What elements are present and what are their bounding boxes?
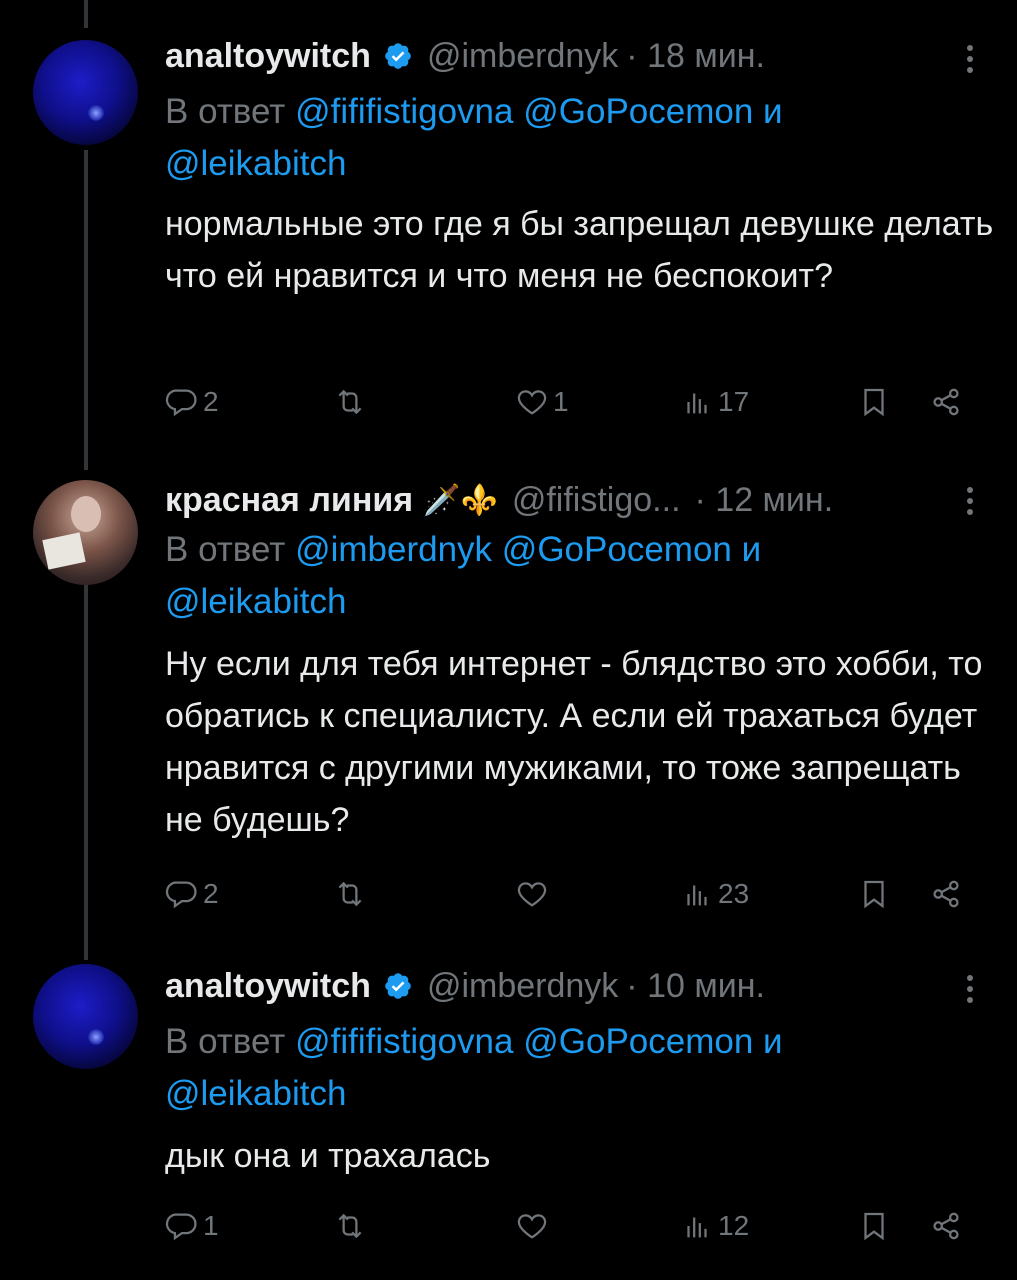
retweet-button[interactable] bbox=[333, 1206, 367, 1246]
like-button[interactable]: 1 bbox=[515, 382, 569, 422]
views-icon bbox=[687, 393, 707, 414]
mention-conj: и bbox=[741, 530, 762, 569]
reply-count: 2 bbox=[203, 878, 219, 909]
like-button[interactable] bbox=[515, 874, 549, 914]
reply-count: 1 bbox=[203, 1210, 219, 1241]
mention-link[interactable]: @GoPocemon bbox=[502, 530, 732, 569]
reply-prefix: В ответ bbox=[165, 1022, 286, 1061]
avatar-sparkle bbox=[88, 105, 104, 121]
mention-conj: и bbox=[763, 1022, 783, 1061]
retweet-icon bbox=[338, 881, 362, 907]
tweet-1[interactable]: analtoywitch @imberdnyk · 18 мин. В отве… bbox=[0, 0, 1017, 440]
verified-badge-icon bbox=[385, 973, 411, 999]
reply-to-line: В ответ @fififistigovna @GoPocemon и @le… bbox=[165, 86, 965, 190]
share-icon bbox=[933, 388, 959, 416]
reply-icon bbox=[165, 881, 197, 909]
reply-icon bbox=[165, 1213, 197, 1241]
retweet-button[interactable] bbox=[333, 382, 367, 422]
timestamp[interactable]: · 12 мин. bbox=[695, 481, 834, 520]
bookmark-button[interactable] bbox=[857, 382, 891, 422]
tweet-header: analtoywitch @imberdnyk · 18 мин. bbox=[165, 34, 765, 78]
like-count: 1 bbox=[553, 386, 569, 417]
mention-link[interactable]: @leikabitch bbox=[165, 144, 346, 183]
views-icon bbox=[687, 1217, 707, 1238]
reply-to-line: В ответ @imberdnyk @GoPocemon и @leikabi… bbox=[165, 524, 965, 628]
avatar-book bbox=[42, 532, 86, 570]
avatar-sparkle bbox=[88, 1029, 104, 1045]
action-bar: 1 12 bbox=[165, 1206, 975, 1246]
timestamp[interactable]: · 10 мин. bbox=[626, 967, 765, 1006]
retweet-button[interactable] bbox=[333, 874, 367, 914]
views-button[interactable]: 12 bbox=[680, 1206, 749, 1246]
heart-icon bbox=[517, 390, 547, 415]
retweet-icon bbox=[338, 389, 362, 415]
action-bar: 2 23 bbox=[165, 874, 975, 914]
views-count: 17 bbox=[718, 386, 750, 417]
reply-icon bbox=[165, 389, 197, 417]
more-options-icon[interactable] bbox=[967, 482, 973, 520]
reply-button[interactable]: 2 bbox=[165, 382, 219, 422]
reply-count: 2 bbox=[203, 386, 219, 417]
share-button[interactable] bbox=[929, 1206, 963, 1246]
share-button[interactable] bbox=[929, 382, 963, 422]
action-bar: 2 1 17 bbox=[165, 382, 975, 422]
handle[interactable]: @imberdnyk bbox=[427, 37, 618, 76]
mention-conj: и bbox=[763, 92, 783, 131]
tweet-text: дык она и трахалась bbox=[165, 1137, 491, 1175]
mention-link[interactable]: @GoPocemon bbox=[523, 1022, 753, 1061]
heart-icon bbox=[517, 882, 547, 907]
reply-button[interactable]: 1 bbox=[165, 1206, 219, 1246]
mention-link[interactable]: @fififistigovna bbox=[295, 92, 513, 131]
verified-badge-icon bbox=[385, 43, 411, 69]
avatar[interactable] bbox=[33, 480, 138, 585]
tweet-text: нормальные это где я бы запрещал девушке… bbox=[165, 205, 994, 295]
heart-icon bbox=[517, 1214, 547, 1239]
share-icon bbox=[933, 1212, 959, 1240]
share-button[interactable] bbox=[929, 874, 963, 914]
views-button[interactable]: 23 bbox=[680, 874, 749, 914]
tweet-header: красная линия 🗡️⚜️ @fifistigo... · 12 ми… bbox=[165, 478, 833, 522]
views-count: 12 bbox=[718, 1210, 750, 1241]
mention-link[interactable]: @imberdnyk bbox=[295, 530, 492, 569]
reply-prefix: В ответ bbox=[165, 530, 286, 569]
mention-link[interactable]: @leikabitch bbox=[165, 1074, 346, 1113]
mention-link[interactable]: @leikabitch bbox=[165, 582, 346, 621]
views-button[interactable]: 17 bbox=[680, 382, 749, 422]
views-count: 23 bbox=[718, 878, 750, 909]
avatar[interactable] bbox=[33, 964, 138, 1069]
display-name[interactable]: analtoywitch bbox=[165, 37, 371, 76]
more-options-icon[interactable] bbox=[967, 40, 973, 78]
mention-link[interactable]: @fififistigovna bbox=[295, 1022, 513, 1061]
timestamp[interactable]: · 18 мин. bbox=[626, 37, 765, 76]
bookmark-button[interactable] bbox=[857, 1206, 891, 1246]
more-options-icon[interactable] bbox=[967, 970, 973, 1008]
retweet-icon bbox=[338, 1213, 362, 1239]
like-button[interactable] bbox=[515, 1206, 549, 1246]
bookmark-icon bbox=[864, 388, 884, 417]
bookmark-icon bbox=[864, 1212, 884, 1241]
tweet-text: Ну если для тебя интернет - блядство это… bbox=[165, 645, 983, 839]
handle[interactable]: @imberdnyk bbox=[427, 967, 618, 1006]
bookmark-icon bbox=[864, 880, 884, 909]
display-name[interactable]: analtoywitch bbox=[165, 967, 371, 1006]
reply-button[interactable]: 2 bbox=[165, 874, 219, 914]
display-name[interactable]: красная линия bbox=[165, 481, 413, 520]
name-emoji: 🗡️⚜️ bbox=[423, 483, 498, 517]
bookmark-button[interactable] bbox=[857, 874, 891, 914]
mention-link[interactable]: @GoPocemon bbox=[523, 92, 753, 131]
views-icon bbox=[687, 885, 707, 906]
handle[interactable]: @fifistigo... bbox=[512, 481, 681, 520]
tweet-3[interactable]: analtoywitch @imberdnyk · 10 мин. В отве… bbox=[0, 960, 1017, 1280]
reply-to-line: В ответ @fififistigovna @GoPocemon и @le… bbox=[165, 1016, 965, 1120]
tweet-2[interactable]: красная линия 🗡️⚜️ @fifistigo... · 12 ми… bbox=[0, 470, 1017, 940]
reply-prefix: В ответ bbox=[165, 92, 286, 131]
avatar[interactable] bbox=[33, 40, 138, 145]
tweet-header: analtoywitch @imberdnyk · 10 мин. bbox=[165, 964, 765, 1008]
share-icon bbox=[933, 880, 959, 908]
avatar-face bbox=[71, 496, 101, 532]
